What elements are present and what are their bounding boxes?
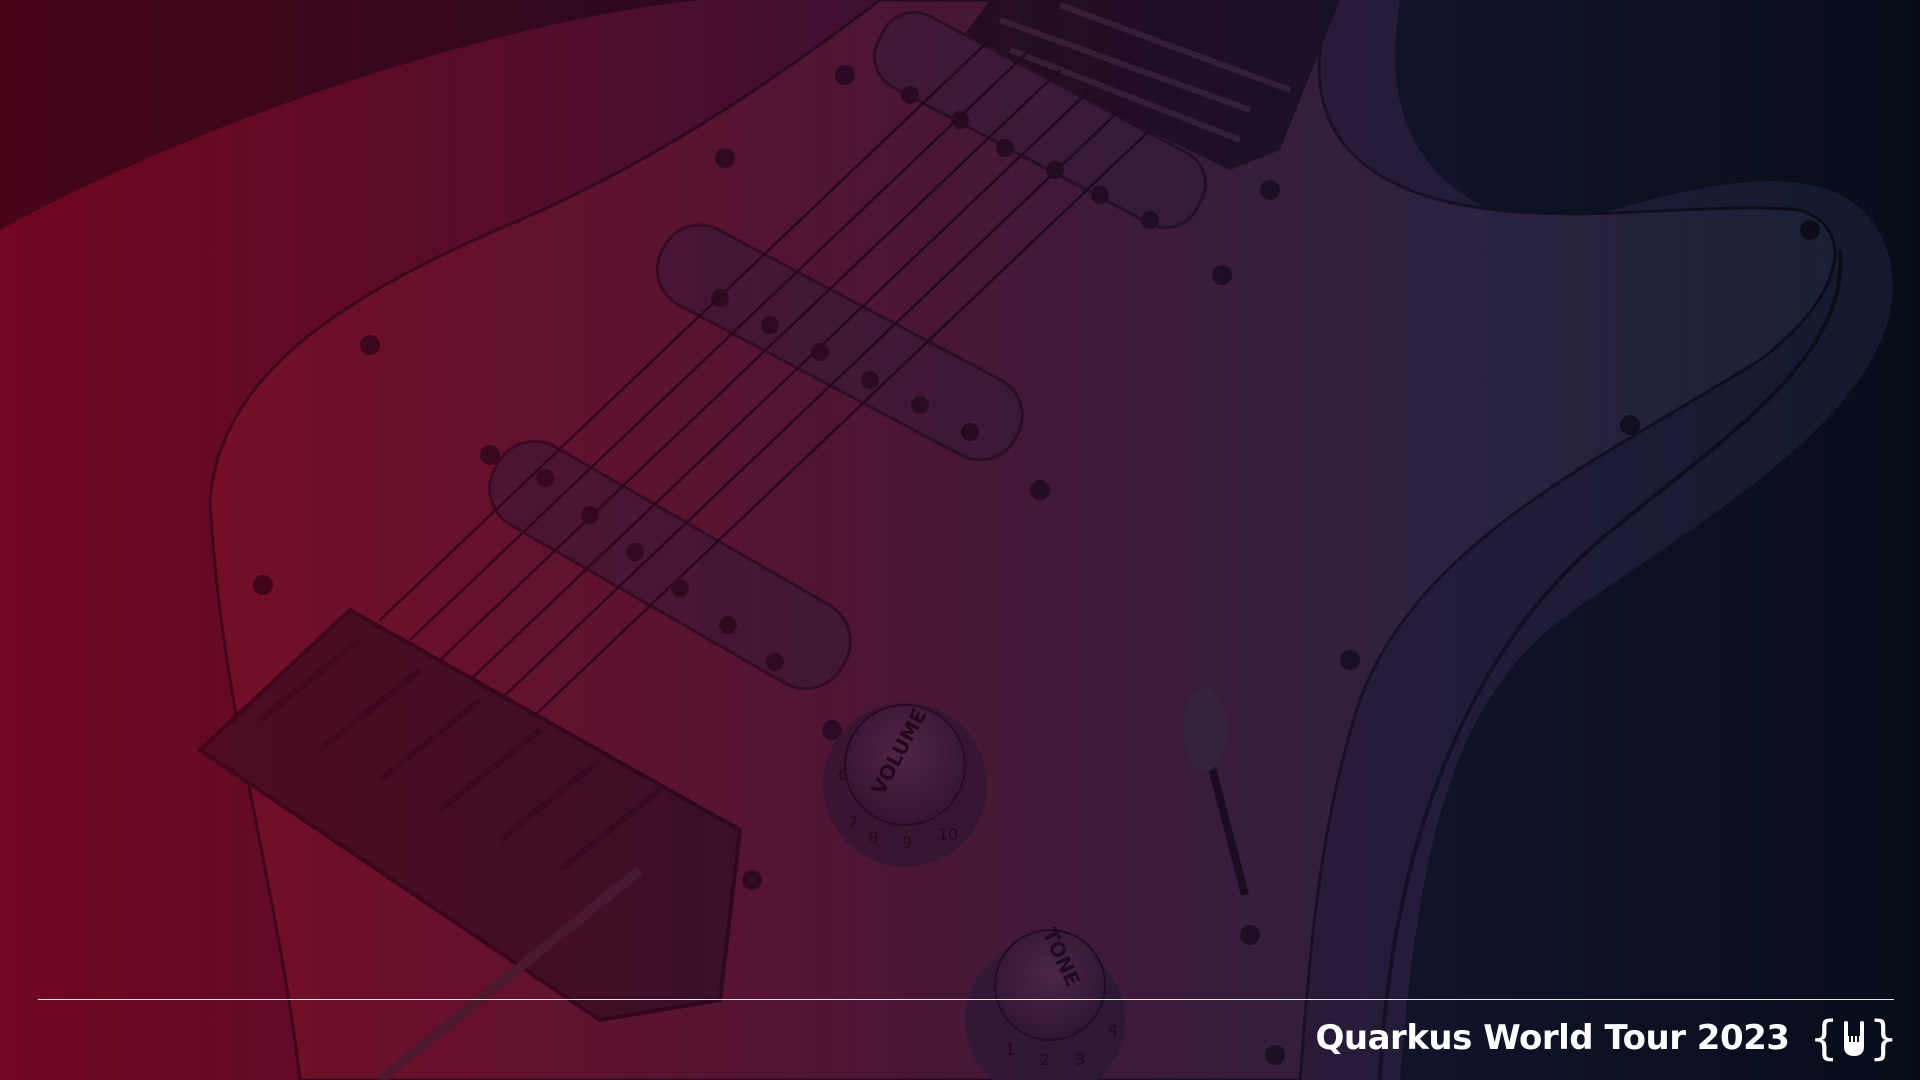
volume-number: 6: [838, 765, 848, 784]
volume-number: 8: [868, 828, 878, 847]
volume-number: 10: [938, 825, 958, 844]
footer-divider: [38, 999, 1894, 1000]
volume-knob: VOLUME 6 7 8 9 10: [823, 703, 987, 867]
tone-number: 2: [1040, 1050, 1050, 1069]
logo-open-brace: {: [1809, 1011, 1839, 1065]
event-title: Quarkus World Tour 2023: [1315, 1018, 1790, 1058]
volume-number: 7: [848, 813, 858, 832]
rock-hand-icon: [1843, 1021, 1864, 1056]
logo-close-brace: }: [1868, 1011, 1898, 1065]
guitar-background-image: VOLUME 6 7 8 9 10 TONE 1 2 3 4: [0, 0, 1920, 1080]
footer: Quarkus World Tour 2023 { }: [1316, 1012, 1899, 1064]
tone-number: 4: [1108, 1020, 1118, 1039]
tone-number: 3: [1075, 1050, 1085, 1069]
slide: VOLUME 6 7 8 9 10 TONE 1 2 3 4 Quarkus W…: [0, 0, 1920, 1080]
tone-number: 1: [1005, 1040, 1015, 1059]
volume-number: 9: [902, 833, 912, 852]
rock-hand-braces-icon: { }: [1809, 1015, 1898, 1061]
